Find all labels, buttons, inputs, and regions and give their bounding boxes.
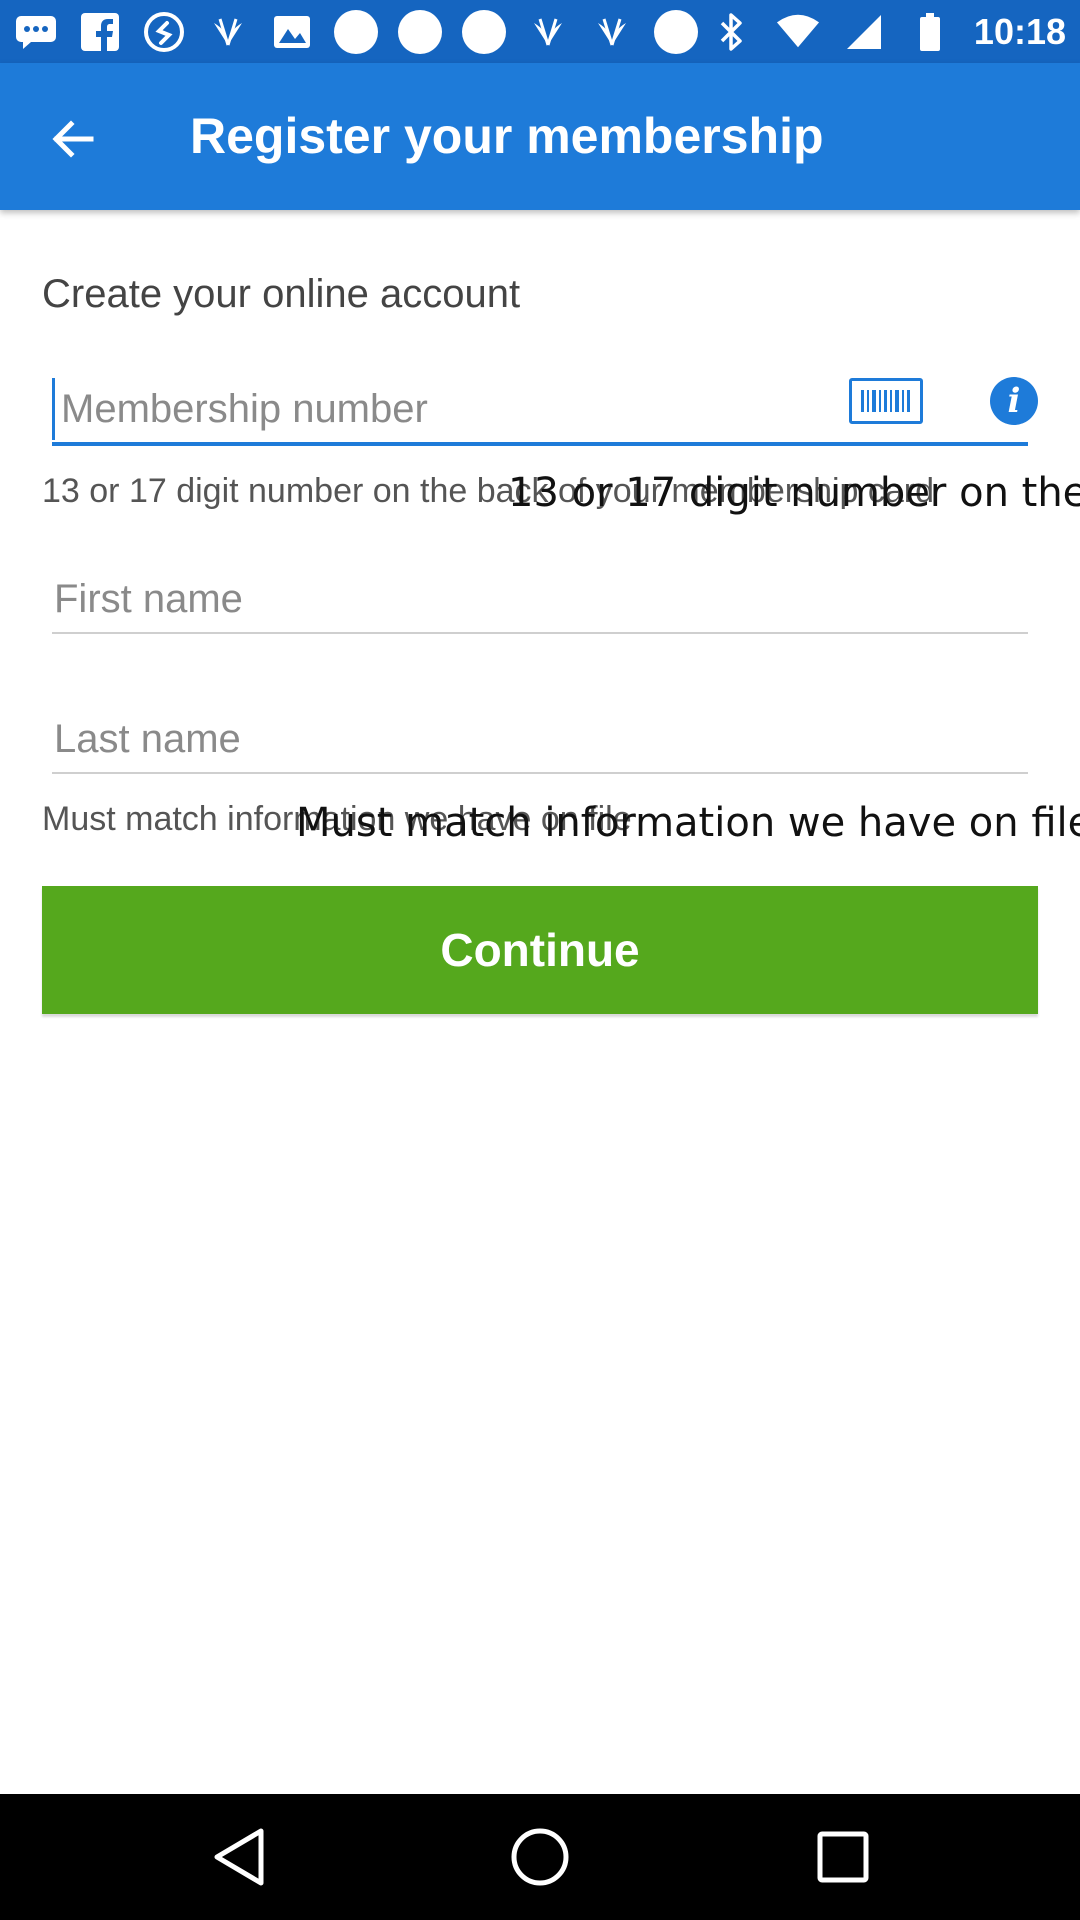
first-name-field xyxy=(52,568,1028,634)
barcode-icon xyxy=(861,390,910,412)
nav-home-button[interactable] xyxy=(505,1822,575,1892)
wifi-icon xyxy=(776,10,820,54)
facebook-icon xyxy=(78,10,122,54)
section-title: Create your online account xyxy=(42,272,521,316)
name-helper-overlay-text: Must match information we have on file xyxy=(296,800,1080,846)
status-notification-icons xyxy=(14,9,698,54)
gallery-icon xyxy=(270,10,314,54)
battery-icon xyxy=(908,10,952,54)
arrow-back-icon xyxy=(52,120,94,158)
app-icon xyxy=(526,10,570,54)
first-name-input[interactable] xyxy=(52,568,1028,630)
nav-back-button[interactable] xyxy=(204,1822,274,1892)
membership-number-input[interactable] xyxy=(52,378,812,440)
status-bar: 10:18 xyxy=(0,0,1080,63)
info-button[interactable]: i xyxy=(990,377,1038,425)
dot-icon xyxy=(398,9,442,54)
membership-helper-overlay-text: 13 or 17 digit number on the xyxy=(508,470,1080,516)
info-icon: i xyxy=(1007,381,1021,421)
app-icon xyxy=(206,10,250,54)
app-icon xyxy=(590,10,634,54)
barcode-scan-button[interactable] xyxy=(849,378,923,424)
dot-icon xyxy=(462,9,506,54)
nav-recents-icon xyxy=(817,1831,869,1883)
page-title: Register your membership xyxy=(190,108,824,164)
dot-icon xyxy=(654,9,698,54)
dot-icon xyxy=(334,9,378,54)
last-name-input[interactable] xyxy=(52,708,1028,770)
nav-recents-button[interactable] xyxy=(808,1822,878,1892)
navigation-bar xyxy=(0,1794,1080,1920)
screen: 10:18 Register your membership Create yo… xyxy=(0,0,1080,1920)
status-system-icons: 10:18 xyxy=(710,0,1066,63)
back-button[interactable] xyxy=(34,101,110,177)
status-time: 10:18 xyxy=(973,10,1066,52)
bluetooth-icon xyxy=(710,10,754,54)
app-bar: Register your membership xyxy=(0,63,1080,210)
shazam-icon xyxy=(142,10,186,54)
continue-button[interactable]: Continue xyxy=(42,886,1038,1014)
nav-home-icon xyxy=(511,1828,569,1886)
nav-back-icon xyxy=(214,1828,264,1886)
signal-icon xyxy=(842,10,886,54)
message-icon xyxy=(14,10,58,54)
last-name-field xyxy=(52,708,1028,774)
